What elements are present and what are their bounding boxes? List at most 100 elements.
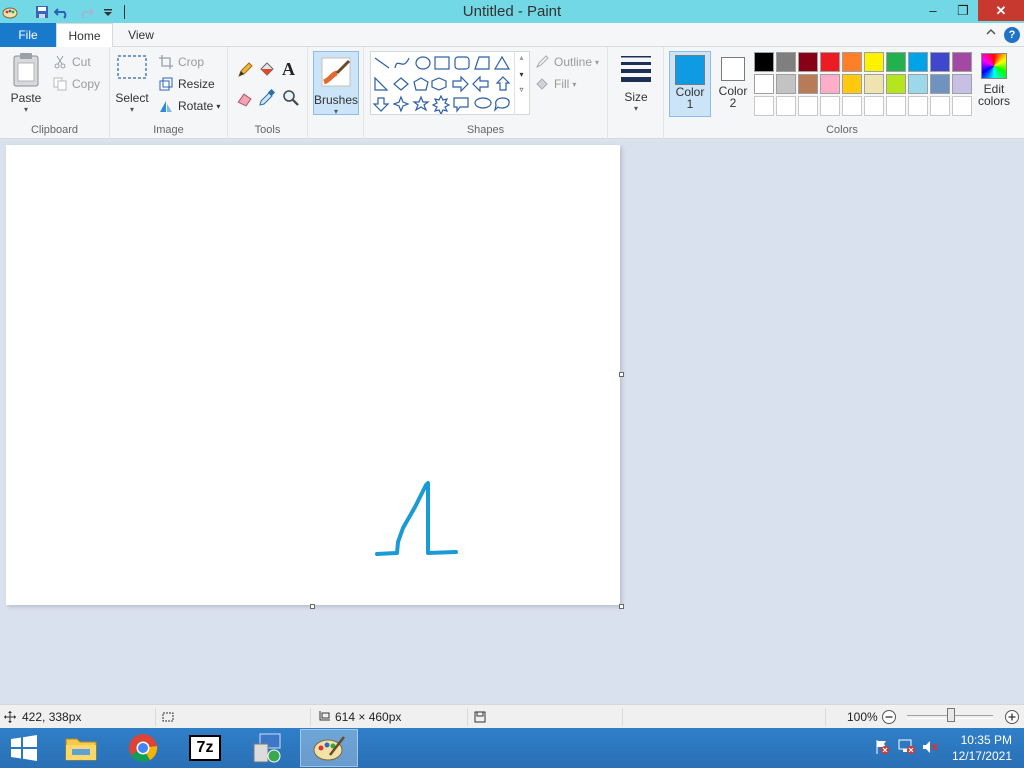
palette-swatch[interactable] <box>776 74 796 94</box>
palette-swatch[interactable] <box>798 96 818 116</box>
disk-icon <box>474 711 486 723</box>
qat-separator <box>124 4 125 19</box>
palette-swatch[interactable] <box>820 74 840 94</box>
taskbar-paint[interactable] <box>300 729 358 767</box>
palette-swatch[interactable] <box>908 52 928 72</box>
size-button[interactable]: Size ▾ <box>616 53 656 117</box>
select-button[interactable]: Select ▾ <box>114 54 150 120</box>
zoom-slider-thumb[interactable] <box>947 708 955 722</box>
palette-swatch[interactable] <box>820 52 840 72</box>
palette-swatch[interactable] <box>952 96 972 116</box>
palette-swatch[interactable] <box>842 52 862 72</box>
cursor-position: 422, 338px <box>4 705 81 729</box>
shapes-gallery <box>370 51 530 116</box>
canvas-size-text: 614 × 460px <box>335 710 402 724</box>
taskbar-file-explorer[interactable] <box>52 729 110 767</box>
paint-app-icon[interactable] <box>0 2 20 22</box>
clipboard-group-label: Clipboard <box>30 124 79 136</box>
close-button[interactable]: ✕ <box>978 0 1024 21</box>
palette-swatch[interactable] <box>864 96 884 116</box>
zoom-level: 100% <box>847 710 878 724</box>
palette-swatch[interactable] <box>754 52 774 72</box>
brushes-button[interactable]: Brushes ▾ <box>313 51 359 116</box>
start-button[interactable] <box>0 729 48 767</box>
taskbar-7zip[interactable]: 7z <box>176 729 234 767</box>
canvas-resize-handle-right[interactable] <box>619 372 624 377</box>
eraser-icon[interactable] <box>236 89 256 109</box>
palette-swatch[interactable] <box>820 96 840 116</box>
network-icon[interactable] <box>898 739 916 757</box>
palette-swatch[interactable] <box>754 74 774 94</box>
resize-icon <box>158 76 174 92</box>
palette-swatch[interactable] <box>754 96 774 116</box>
zoom-in-button[interactable] <box>1004 705 1020 729</box>
color1-swatch <box>675 55 705 85</box>
palette-swatch[interactable] <box>842 74 862 94</box>
action-center-icon[interactable] <box>874 739 892 757</box>
palette-swatch[interactable] <box>886 52 906 72</box>
crop-label: Crop <box>178 55 205 69</box>
shapes-scroll-down-icon[interactable]: ▾ <box>515 70 528 79</box>
shapes-expand-icon[interactable]: ▿ <box>515 85 528 94</box>
undo-icon[interactable] <box>52 2 72 22</box>
select-label: Select <box>115 91 149 105</box>
palette-swatch[interactable] <box>798 74 818 94</box>
palette-swatch[interactable] <box>930 52 950 72</box>
palette-swatch[interactable] <box>908 96 928 116</box>
zoom-slider[interactable] <box>907 705 995 729</box>
outline-button[interactable]: Outline ▾ <box>534 52 599 72</box>
customize-qat-icon[interactable] <box>98 2 118 22</box>
palette-swatch[interactable] <box>864 52 884 72</box>
paste-icon <box>13 53 39 87</box>
shapes-gallery-icons[interactable] <box>371 52 529 116</box>
palette-swatch[interactable] <box>886 96 906 116</box>
palette-swatch[interactable] <box>930 74 950 94</box>
palette-swatch[interactable] <box>776 96 796 116</box>
copy-button[interactable]: Copy <box>52 74 100 94</box>
image-group: Select ▾ Crop Resize Rotate ▾ Image <box>110 47 228 139</box>
maximize-button[interactable]: ❐ <box>948 0 978 21</box>
color1-button[interactable]: Color 1 <box>669 51 711 117</box>
pencil-icon[interactable] <box>236 61 256 81</box>
palette-swatch[interactable] <box>776 52 796 72</box>
tab-view[interactable]: View <box>116 23 166 47</box>
fill-button[interactable]: Fill ▾ <box>534 74 576 94</box>
save-icon[interactable] <box>32 2 52 22</box>
drawing-canvas[interactable] <box>6 145 620 605</box>
collapse-ribbon-icon[interactable] <box>986 25 996 39</box>
taskbar-network-app[interactable] <box>238 729 296 767</box>
palette-swatch[interactable] <box>952 52 972 72</box>
palette-swatch[interactable] <box>864 74 884 94</box>
canvas-resize-handle-corner[interactable] <box>619 604 624 609</box>
cut-button[interactable]: Cut <box>52 52 91 72</box>
palette-swatch[interactable] <box>886 74 906 94</box>
volume-muted-icon[interactable] <box>922 739 940 757</box>
color2-button[interactable]: Color 2 <box>713 51 753 117</box>
resize-button[interactable]: Resize <box>158 74 215 94</box>
tab-file[interactable]: File <box>0 23 56 47</box>
rotate-button[interactable]: Rotate ▾ <box>158 96 220 116</box>
color-picker-icon[interactable] <box>258 88 278 109</box>
taskbar-chrome[interactable] <box>114 729 172 767</box>
zoom-out-button[interactable] <box>881 705 897 729</box>
palette-swatch[interactable] <box>842 96 862 116</box>
paste-button[interactable]: Paste ▾ <box>8 52 44 118</box>
minimize-button[interactable]: – <box>918 0 948 21</box>
canvas-resize-handle-bottom[interactable] <box>310 604 315 609</box>
palette-swatch[interactable] <box>908 74 928 94</box>
fill-bucket-icon[interactable] <box>258 61 278 81</box>
palette-swatch[interactable] <box>798 52 818 72</box>
palette-swatch[interactable] <box>952 74 972 94</box>
shapes-scroll[interactable]: ▴ ▾ ▿ <box>514 51 528 115</box>
edit-colors-button[interactable]: Edit colors <box>974 53 1014 119</box>
palette-swatch[interactable] <box>930 96 950 116</box>
redo-icon[interactable] <box>76 2 96 22</box>
image-group-label: Image <box>153 124 184 136</box>
help-button[interactable]: ? <box>1004 27 1020 43</box>
taskbar-clock[interactable]: 10:35 PM 12/17/2021 <box>952 732 1012 764</box>
tab-home[interactable]: Home <box>56 23 113 48</box>
shapes-scroll-up-icon[interactable]: ▴ <box>515 53 528 62</box>
text-tool-icon[interactable]: A <box>282 59 302 79</box>
magnifier-icon[interactable] <box>282 89 302 109</box>
crop-button[interactable]: Crop <box>158 52 204 72</box>
